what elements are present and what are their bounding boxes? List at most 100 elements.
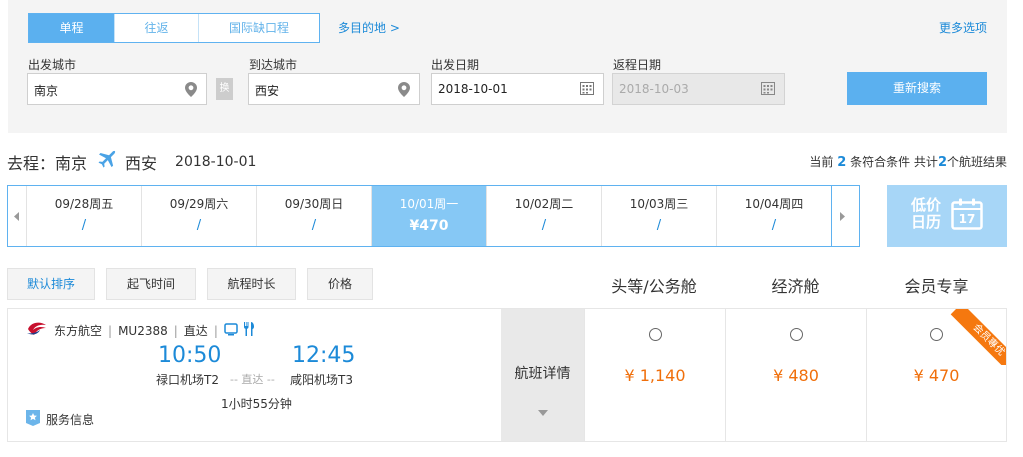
member-badge-text: 会员專优 bbox=[950, 309, 1006, 365]
arrival-time: 12:45 bbox=[292, 343, 356, 368]
date-cell[interactable]: 09/29周六 / bbox=[142, 186, 257, 246]
date-cell-price: / bbox=[196, 218, 202, 233]
more-options-link[interactable]: 更多选项 bbox=[939, 19, 987, 36]
fare-member: ¥ 470 会员專优 bbox=[866, 309, 1006, 441]
fare-economy: ¥ 480 bbox=[725, 309, 866, 441]
arrival-airport: 咸阳机场T3 bbox=[290, 373, 353, 387]
date-cell[interactable]: 10/02周二 / bbox=[487, 186, 602, 246]
airline-info: 东方航空 | MU2388 | 直达 | bbox=[26, 321, 255, 340]
date-cell-price: / bbox=[656, 218, 662, 233]
tab-one-way[interactable]: 单程 bbox=[29, 14, 115, 42]
departure-city-label: 出发城市 bbox=[28, 58, 77, 72]
cabin-header-economy: 经济舱 bbox=[771, 277, 820, 296]
date-cell-price: / bbox=[311, 218, 317, 233]
next-dates-button[interactable] bbox=[832, 186, 851, 246]
fare-radio[interactable] bbox=[648, 328, 662, 341]
return-date-value: 2018-10-03 bbox=[619, 82, 689, 96]
separator: | bbox=[108, 323, 113, 338]
date-cell[interactable]: 10/03周三 / bbox=[602, 186, 717, 246]
route-date: 2018-10-01 bbox=[175, 154, 257, 170]
meal-icon bbox=[243, 322, 255, 339]
cabin-header-first-business: 头等/公务舱 bbox=[611, 277, 697, 296]
flight-type: 直达 bbox=[183, 324, 208, 338]
location-pin-icon bbox=[398, 82, 410, 100]
flight-detail-label: 航班详情 bbox=[514, 366, 571, 382]
date-cell[interactable]: 09/30周日 / bbox=[257, 186, 372, 246]
date-cell-price: ¥470 bbox=[409, 218, 449, 234]
result-summary: 当前 2 条符合条件 共计2个航班结果 bbox=[809, 153, 1007, 170]
calendar-icon bbox=[580, 82, 594, 98]
date-cell-date: 10/03周三 bbox=[629, 197, 689, 211]
sort-departure-time-button[interactable]: 起飞时间 bbox=[106, 268, 196, 300]
matched-count: 2 bbox=[837, 155, 847, 170]
research-button[interactable]: 重新搜索 bbox=[847, 72, 987, 105]
separator: | bbox=[173, 323, 178, 338]
arrival-city-field[interactable]: 西安 bbox=[248, 73, 420, 105]
date-cell-price: / bbox=[771, 218, 777, 233]
date-cell-date: 10/02周二 bbox=[514, 197, 574, 211]
date-strip: 09/28周五 / 09/29周六 / 09/30周日 / 10/01周一 ¥4… bbox=[7, 185, 860, 247]
summary-text: 个航班结果 bbox=[946, 155, 1007, 169]
service-star-icon bbox=[26, 410, 40, 429]
china-eastern-logo-icon bbox=[26, 321, 48, 340]
route-from: 南京 bbox=[55, 154, 88, 173]
total-count: 2 bbox=[937, 155, 947, 170]
caret-down-icon bbox=[501, 405, 584, 419]
search-panel: 单程 往返 国际缺口程 多目的地 > 更多选项 出发城市 南京 换 到达城市 西… bbox=[8, 0, 1007, 133]
fare-first-business: ¥ 1,140 bbox=[584, 309, 725, 441]
return-date-field: 2018-10-03 bbox=[612, 73, 785, 105]
date-cell[interactable]: 09/28周五 / bbox=[27, 186, 142, 246]
fare-radio[interactable] bbox=[789, 328, 803, 341]
chevron-right-icon bbox=[839, 211, 845, 221]
flight-duration: 1小时55分钟 bbox=[221, 397, 292, 411]
calendar-icon bbox=[761, 82, 775, 98]
depart-date-value: 2018-10-01 bbox=[438, 82, 508, 96]
flight-number: MU2388 bbox=[118, 323, 168, 338]
date-cell[interactable]: 10/04周四 / bbox=[717, 186, 832, 246]
date-cell-selected[interactable]: 10/01周一 ¥470 bbox=[372, 186, 487, 246]
sort-default-button[interactable]: 默认排序 bbox=[7, 268, 95, 300]
service-info-label: 服务信息 bbox=[46, 413, 95, 427]
fare-radio[interactable] bbox=[930, 328, 943, 341]
inflight-entertainment-icon bbox=[224, 322, 238, 339]
location-pin-icon bbox=[185, 82, 197, 100]
flight-detail-button[interactable]: 航班详情 bbox=[501, 309, 584, 441]
tab-open-jaw[interactable]: 国际缺口程 bbox=[199, 14, 319, 42]
airplane-icon bbox=[97, 150, 117, 174]
swap-cities-button[interactable]: 换 bbox=[216, 78, 233, 100]
depart-date-field[interactable]: 2018-10-01 bbox=[431, 73, 604, 105]
prev-dates-button[interactable] bbox=[8, 186, 27, 246]
member-discount-ribbon: 会员專优 bbox=[950, 309, 1006, 365]
sort-duration-button[interactable]: 航程时长 bbox=[207, 268, 296, 300]
date-cell-date: 10/01周一 bbox=[399, 197, 459, 211]
chevron-left-icon bbox=[14, 211, 19, 221]
fare-price: ¥ 470 bbox=[913, 366, 960, 385]
departure-city-field[interactable]: 南京 bbox=[27, 73, 207, 105]
multi-destination-link[interactable]: 多目的地 > bbox=[338, 19, 400, 36]
return-date-label: 返程日期 bbox=[613, 58, 662, 72]
cabin-header-member: 会员专享 bbox=[904, 277, 969, 296]
flight-row: 东方航空 | MU2388 | 直达 | 10:50 12:45 禄口机场T2 … bbox=[7, 308, 1007, 442]
calendar-day: 17 bbox=[958, 212, 976, 226]
calendar-label-line: 低价 bbox=[911, 196, 942, 214]
departure-city-value: 南京 bbox=[34, 84, 59, 98]
service-info-link[interactable]: 服务信息 bbox=[26, 410, 94, 429]
date-cell-date: 09/28周五 bbox=[54, 197, 114, 211]
date-cell-price: / bbox=[81, 218, 87, 233]
fare-price: ¥ 1,140 bbox=[624, 366, 686, 385]
summary-text: 当前 bbox=[809, 155, 834, 169]
trip-type-tabs: 单程 往返 国际缺口程 bbox=[28, 13, 320, 43]
separator: | bbox=[213, 323, 218, 338]
date-cell-date: 09/29周六 bbox=[169, 197, 229, 211]
tab-round-trip[interactable]: 往返 bbox=[115, 14, 199, 42]
airline-name: 东方航空 bbox=[54, 324, 103, 338]
departure-airport: 禄口机场T2 bbox=[156, 373, 219, 387]
route-to: 西安 bbox=[125, 154, 158, 173]
sort-price-button[interactable]: 价格 bbox=[307, 268, 373, 300]
departure-time: 10:50 bbox=[158, 343, 222, 368]
calendar-icon: 17 bbox=[951, 198, 983, 233]
arrival-city-value: 西安 bbox=[255, 84, 280, 98]
low-price-calendar-button[interactable]: 低价 日历 17 bbox=[887, 185, 1007, 247]
route-heading: 去程： 南京 西安 2018-10-01 bbox=[7, 150, 256, 174]
summary-text: 条符合条件 共计 bbox=[850, 155, 938, 169]
